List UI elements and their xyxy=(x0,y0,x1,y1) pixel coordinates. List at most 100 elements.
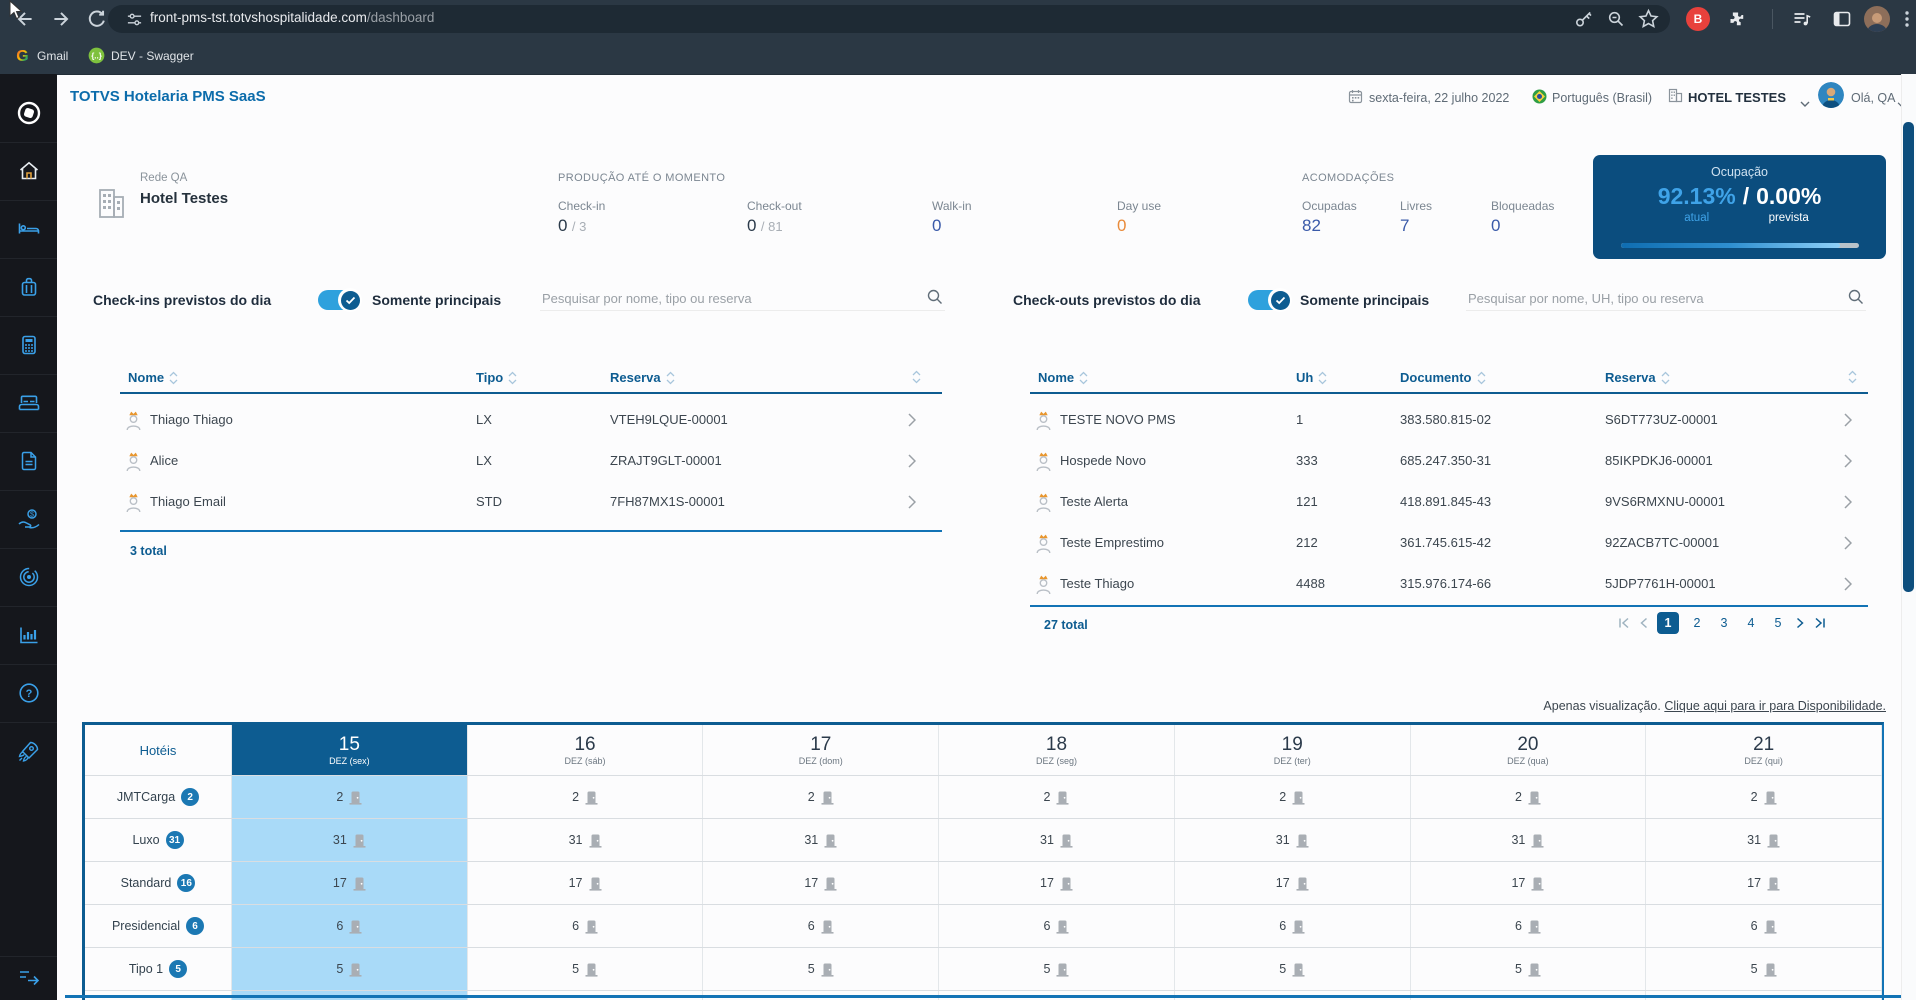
availability-scrollbar[interactable] xyxy=(65,995,1905,998)
language-selector[interactable]: Português (Brasil) xyxy=(1552,91,1652,105)
availability-cell[interactable]: 17 xyxy=(1175,862,1411,904)
extension-badge-icon[interactable]: B xyxy=(1686,7,1710,31)
bookmark-dev-swagger[interactable]: DEV - Swagger xyxy=(111,49,194,63)
chevron-right-icon[interactable] xyxy=(908,495,917,514)
availability-cell[interactable]: 6 xyxy=(939,905,1175,947)
url-text[interactable]: front-pms-tst.totvshospitalidade.com/das… xyxy=(150,10,434,25)
sidebar-item-finance[interactable]: $ xyxy=(0,490,57,549)
availability-date-17[interactable]: 17 DEZ (dom) xyxy=(703,725,940,775)
availability-cell[interactable]: 17 xyxy=(468,862,704,904)
availability-cell[interactable]: 2 xyxy=(232,776,468,818)
availability-cell[interactable]: 6 xyxy=(703,905,940,947)
chevron-right-icon[interactable] xyxy=(908,454,917,473)
sidebar-item-reservations[interactable] xyxy=(0,200,57,259)
table-row[interactable]: Alice LX ZRAJT9GLT-00001 xyxy=(120,441,942,482)
availability-date-21[interactable]: 21 DEZ (qui) xyxy=(1646,725,1882,775)
availability-date-16[interactable]: 16 DEZ (sáb) xyxy=(468,725,704,775)
availability-cell[interactable]: 2 xyxy=(1411,776,1647,818)
availability-date-15[interactable]: 15 DEZ (sex) xyxy=(232,725,468,775)
availability-cell[interactable]: 2 xyxy=(939,776,1175,818)
availability-cell[interactable]: 31 xyxy=(468,819,704,861)
availability-cell[interactable]: 6 xyxy=(1646,905,1882,947)
search-icon[interactable] xyxy=(927,289,943,310)
checkins-col-actions[interactable] xyxy=(912,370,921,384)
sidebar-item-reports[interactable] xyxy=(0,606,57,665)
checkouts-col-nome[interactable]: Nome xyxy=(1038,370,1088,385)
availability-cell[interactable]: 31 xyxy=(703,819,940,861)
pagination-first-icon[interactable] xyxy=(1618,617,1630,629)
checkouts-toggle[interactable] xyxy=(1248,288,1292,312)
site-info-icon[interactable] xyxy=(126,11,143,33)
chevron-right-icon[interactable] xyxy=(1844,536,1853,555)
sidebar-item-documents[interactable] xyxy=(0,432,57,491)
sidebar-item-totvs-logo[interactable] xyxy=(0,84,57,143)
table-row[interactable]: Teste Alerta 121 418.891.845-43 9VS6RMXN… xyxy=(1030,482,1868,523)
checkouts-col-reserva[interactable]: Reserva xyxy=(1605,370,1670,385)
checkouts-col-documento[interactable]: Documento xyxy=(1400,370,1486,385)
bookmark-star-icon[interactable] xyxy=(1638,8,1659,34)
checkouts-col-uh[interactable]: Uh xyxy=(1296,370,1327,385)
pagination-page-2[interactable]: 2 xyxy=(1688,616,1706,630)
pagination-prev-icon[interactable] xyxy=(1639,617,1648,629)
availability-cell[interactable]: 5 xyxy=(703,948,940,990)
table-row[interactable]: Teste Emprestimo 212 361.745.615-42 92ZA… xyxy=(1030,523,1868,564)
availability-cell[interactable]: 17 xyxy=(703,862,940,904)
sidebar-item-luggage[interactable] xyxy=(0,258,57,317)
sidebar-item-calculator[interactable] xyxy=(0,316,57,375)
availability-cell[interactable]: 17 xyxy=(1411,862,1647,904)
availability-cell[interactable]: 31 xyxy=(1411,819,1647,861)
hotel-selector[interactable]: HOTEL TESTES xyxy=(1688,90,1786,105)
availability-cell[interactable]: 2 xyxy=(1175,776,1411,818)
checkins-col-tipo[interactable]: Tipo xyxy=(476,370,517,385)
bookmark-gmail[interactable]: Gmail xyxy=(37,49,68,63)
availability-cell[interactable]: 6 xyxy=(232,905,468,947)
zoom-icon[interactable] xyxy=(1606,9,1626,34)
gmail-icon[interactable]: G xyxy=(14,47,31,69)
browser-forward-icon[interactable] xyxy=(50,8,72,35)
page-scrollbar-thumb[interactable] xyxy=(1903,122,1914,592)
availability-cell[interactable]: 5 xyxy=(1411,948,1647,990)
search-icon[interactable] xyxy=(1848,289,1864,310)
table-row[interactable]: Teste Thiago 4488 315.976.174-66 5JDP776… xyxy=(1030,564,1868,605)
chevron-right-icon[interactable] xyxy=(1844,413,1853,432)
chevron-right-icon[interactable] xyxy=(1844,495,1853,514)
availability-cell[interactable]: 5 xyxy=(1646,948,1882,990)
availability-cell[interactable]: 31 xyxy=(232,819,468,861)
pagination-last-icon[interactable] xyxy=(1814,617,1826,629)
hotel-chevron-down-icon[interactable] xyxy=(1800,95,1810,113)
availability-cell[interactable]: 6 xyxy=(468,905,704,947)
availability-cell[interactable]: 31 xyxy=(1646,819,1882,861)
availability-link[interactable]: Clique aqui para ir para Disponibilidade… xyxy=(1664,699,1886,713)
user-menu[interactable]: Olá, QA xyxy=(1851,91,1895,105)
table-row[interactable]: Hospede Novo 333 685.247.350-31 85IKPDKJ… xyxy=(1030,441,1868,482)
checkouts-search-input[interactable] xyxy=(1466,284,1870,312)
availability-cell[interactable]: 6 xyxy=(1175,905,1411,947)
availability-cell[interactable]: 5 xyxy=(939,948,1175,990)
availability-cell[interactable]: 5 xyxy=(468,948,704,990)
availability-cell[interactable]: 31 xyxy=(1175,819,1411,861)
availability-cell[interactable]: 2 xyxy=(1646,776,1882,818)
table-row[interactable]: Thiago Thiago LX VTEH9LQUE-00001 xyxy=(120,400,942,441)
pagination-page-4[interactable]: 4 xyxy=(1742,616,1760,630)
checkins-col-nome[interactable]: Nome xyxy=(128,370,178,385)
table-row[interactable]: TESTE NOVO PMS 1 383.580.815-02 S6DT773U… xyxy=(1030,400,1868,441)
sidebar-item-help[interactable]: ? xyxy=(0,664,57,723)
sidebar-item-whats-new[interactable] xyxy=(0,722,57,780)
checkouts-search[interactable] xyxy=(1466,284,1870,312)
password-key-icon[interactable] xyxy=(1574,9,1594,34)
availability-date-18[interactable]: 18 DEZ (seg) xyxy=(939,725,1175,775)
availability-cell[interactable]: 17 xyxy=(1646,862,1882,904)
swagger-icon[interactable]: {..} xyxy=(88,47,105,69)
pagination-page-3[interactable]: 3 xyxy=(1715,616,1733,630)
table-row[interactable]: Thiago Email STD 7FH87MX1S-00001 xyxy=(120,482,942,523)
checkins-col-reserva[interactable]: Reserva xyxy=(610,370,675,385)
chevron-right-icon[interactable] xyxy=(1844,577,1853,596)
availability-cell[interactable]: 5 xyxy=(232,948,468,990)
availability-cell[interactable]: 2 xyxy=(703,776,940,818)
sidebar-item-targets[interactable] xyxy=(0,548,57,607)
side-panel-icon[interactable] xyxy=(1832,9,1852,34)
availability-date-20[interactable]: 20 DEZ (qua) xyxy=(1411,725,1647,775)
browser-profile-avatar[interactable] xyxy=(1864,6,1890,32)
checkins-search[interactable] xyxy=(540,284,949,312)
availability-cell[interactable]: 31 xyxy=(939,819,1175,861)
